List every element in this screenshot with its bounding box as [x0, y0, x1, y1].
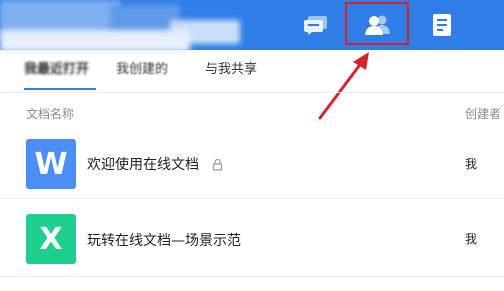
creator-label: 我 [465, 232, 478, 246]
lock-icon [212, 156, 223, 175]
sheet-doc-icon: X [26, 214, 76, 264]
tab-recent[interactable]: 我最近打开 [24, 58, 89, 88]
creator-label: 我 [465, 157, 478, 171]
divider [0, 276, 504, 277]
tab-created[interactable]: 我创建的 [116, 58, 168, 88]
table-row[interactable]: W 欢迎使用在线文档 我 [0, 125, 504, 203]
tab-shared[interactable]: 与我共享 [205, 58, 257, 88]
word-doc-icon: W [26, 139, 76, 189]
doc-name: 欢迎使用在线文档 [87, 157, 199, 173]
table-row[interactable]: X 玩转在线文档—场景示范 我 [0, 200, 504, 278]
divider [0, 198, 504, 199]
divider [0, 92, 504, 93]
tab-bar: 我最近打开 我创建的 与我共享 [0, 58, 504, 92]
column-header-creator: 创建者 [465, 107, 502, 121]
column-header-name: 文档名称 [26, 107, 75, 121]
active-tab-indicator [24, 88, 96, 90]
doc-name: 玩转在线文档—场景示范 [87, 233, 241, 249]
